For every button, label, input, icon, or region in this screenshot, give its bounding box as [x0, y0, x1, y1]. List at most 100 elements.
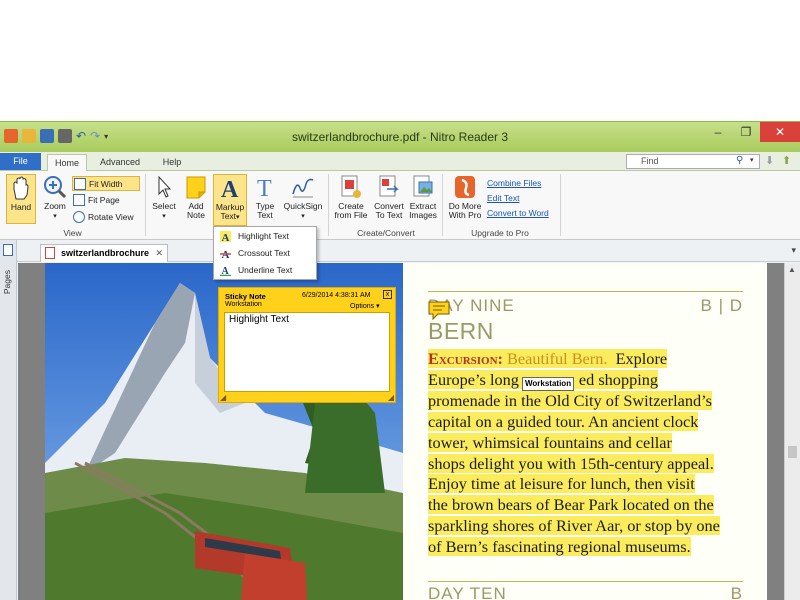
markup-a-icon: A [221, 177, 239, 201]
create-label-2: from File [334, 210, 368, 220]
edit-text-link[interactable]: Edit Text [487, 193, 519, 203]
excursion-text: Excursion: Beautiful Bern. Explore Europ… [428, 349, 758, 558]
vertical-scrollbar[interactable]: ▲ [784, 263, 800, 600]
maximize-button[interactable]: ❐ [732, 122, 760, 142]
type-text-icon: T [257, 176, 272, 200]
close-button[interactable]: ✕ [760, 122, 800, 142]
day-ten-heading: DAY TEN B [428, 584, 743, 600]
note-comment-icon[interactable] [428, 300, 450, 320]
svg-text:A: A [222, 266, 230, 276]
tab-help[interactable]: Help [152, 154, 192, 171]
search-icon[interactable]: ⚲ [736, 155, 743, 166]
sticky-note-options-label: Options [350, 303, 375, 310]
excursion-label: Excursion: [428, 349, 503, 368]
scrollbar-thumb[interactable] [788, 446, 797, 458]
select-button[interactable]: Select ▾ [150, 174, 178, 224]
day-nine-heading: DAY NINE B | D [428, 296, 743, 316]
fit-page-icon [73, 194, 85, 206]
fit-page-button[interactable]: Fit Page [72, 193, 140, 208]
document-tab[interactable]: switzerlandbrochure ✕ [40, 244, 168, 262]
fit-width-icon [74, 178, 86, 190]
fit-width-button[interactable]: Fit Width [72, 176, 140, 191]
fit-page-label: Fit Page [88, 195, 120, 205]
day-ten-label: DAY TEN [428, 584, 507, 600]
type-label-2: Text [257, 210, 273, 220]
scroll-up-icon[interactable]: ▲ [788, 265, 796, 274]
group-divider [328, 174, 329, 236]
view-group-label: View [63, 228, 82, 238]
highlight-text-label: Highlight Text [238, 231, 289, 241]
nitro-pro-icon [455, 176, 475, 198]
underline-text-menu-item[interactable]: A Underline Text [214, 262, 316, 279]
text-line: capital on a guided tour. An ancient clo… [428, 411, 699, 431]
add-note-button[interactable]: Add Note [182, 174, 210, 224]
do-more-label-2: With Pro [448, 210, 482, 220]
divider-rule [428, 291, 743, 292]
hand-label: Hand [10, 202, 32, 212]
extract-images-button[interactable]: Extract Images [407, 174, 439, 224]
upgrade-group-label: Upgrade to Pro [471, 228, 529, 238]
resize-grip-icon[interactable]: ◢ [220, 393, 226, 402]
sticky-note-text-area[interactable]: Highlight Text [224, 312, 390, 392]
text-line: promenade in the Old City of Switzerland… [428, 390, 712, 410]
tab-home[interactable]: Home [47, 154, 87, 171]
search-dropdown-icon[interactable]: ▾ [750, 156, 754, 164]
convert-to-word-link[interactable]: Convert to Word [487, 208, 549, 218]
document-viewer[interactable]: DAY NINE B | D BERN Excursion: Beautiful… [18, 263, 784, 600]
convert-to-text-button[interactable]: Convert To Text [371, 174, 407, 224]
svg-text:T: T [257, 176, 272, 200]
quicksign-button[interactable]: QuickSign ▾ [282, 174, 324, 224]
crossout-text-menu-item[interactable]: A Crossout Text [214, 245, 316, 262]
svg-text:A: A [221, 177, 239, 201]
pages-panel-toggle[interactable]: Pages [0, 240, 17, 600]
previous-result-icon[interactable]: ⬇ [765, 154, 774, 167]
underline-text-label: Underline Text [238, 265, 293, 275]
text-line: Enjoy time at leisure for lunch, then vi… [428, 474, 695, 494]
window-controls: ‒ ❐ ✕ [704, 122, 800, 142]
create-from-file-button[interactable]: Create from File [332, 174, 370, 224]
highlight-text-menu-item[interactable]: A Highlight Text [214, 228, 316, 245]
combine-files-link[interactable]: Combine Files [487, 178, 541, 188]
select-cursor-icon [158, 175, 172, 198]
app-window: ↶ ↷ ▾ switzerlandbrochure.pdf - Nitro Re… [0, 121, 800, 600]
resize-grip-icon[interactable]: ◢ [388, 393, 394, 402]
chevron-down-icon: ▾ [376, 303, 380, 310]
city-heading: BERN [428, 318, 494, 344]
hand-icon [13, 176, 29, 200]
text-line: tower, whimsical fountains and cellar [428, 432, 672, 452]
sticky-note-popup[interactable]: Sticky Note Workstation 6/29/2014 4:38:3… [218, 287, 396, 403]
zoom-button[interactable]: Zoom ▾ [40, 174, 70, 224]
rotate-view-label: Rotate View [88, 212, 134, 222]
text-line: shops delight you with 15th-century appe… [428, 453, 714, 473]
sticky-note-author: Workstation [225, 301, 262, 308]
rotate-icon [73, 211, 85, 223]
crossout-icon: A [220, 249, 231, 259]
group-divider [442, 174, 443, 236]
document-tab-bar: switzerlandbrochure ✕ ▾ [0, 240, 800, 262]
convert-text-icon [379, 175, 399, 197]
window-title: switzerlandbrochure.pdf - Nitro Reader 3 [291, 130, 509, 144]
tab-advanced[interactable]: Advanced [94, 154, 146, 171]
hand-button[interactable]: Hand [6, 174, 36, 224]
tab-file[interactable]: File [0, 153, 41, 170]
sticky-note-options[interactable]: Options ▾ [350, 302, 380, 310]
fit-width-label: Fit Width [89, 179, 123, 189]
sticky-note-icon [186, 176, 206, 199]
do-more-with-pro-button[interactable]: Do More With Pro [445, 174, 485, 224]
extract-images-icon [413, 175, 433, 197]
sticky-note-close-button[interactable]: x [383, 290, 392, 299]
type-text-button[interactable]: T Type Text [251, 174, 279, 224]
zoom-label: Zoom [44, 201, 66, 211]
rotate-view-button[interactable]: Rotate View [72, 210, 142, 225]
tab-list-dropdown-icon[interactable]: ▾ [791, 245, 796, 256]
markup-label-2: Text [220, 211, 237, 221]
author-tooltip: Workstation [522, 377, 575, 391]
create-pdf-icon [341, 175, 361, 198]
close-tab-icon[interactable]: ✕ [155, 245, 163, 261]
extract-label-2: Images [409, 210, 437, 220]
next-result-icon[interactable]: ⬆ [782, 154, 791, 167]
pdf-page: DAY NINE B | D BERN Excursion: Beautiful… [45, 263, 767, 600]
markup-text-button[interactable]: A Markup Text▾ [213, 174, 247, 226]
minimize-button[interactable]: ‒ [704, 122, 732, 142]
quicksign-label: QuickSign [283, 201, 323, 211]
